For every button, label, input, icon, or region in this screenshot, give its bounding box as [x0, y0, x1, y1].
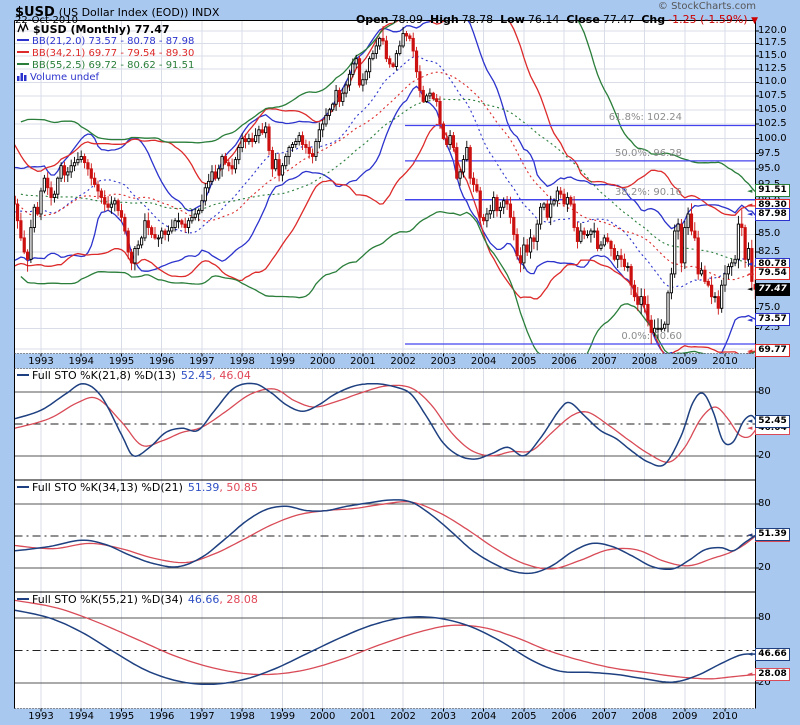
stoch3-legend: Full STO %K(55,21) %D(34)46.66, 28.08: [17, 594, 258, 606]
stoch3-d-value: 28.08: [226, 593, 258, 606]
stockcharts-page: $USD(US Dollar Index (EOD)) INDX 22-Oct-…: [0, 0, 800, 725]
bb34-label: BB(34,2.1) 69.77 - 79.54 - 89.30: [32, 48, 194, 59]
legend-bb21: BB(21,2.0) 73.57 - 80.78 - 87.98: [17, 36, 194, 48]
close-label: Close: [566, 13, 599, 26]
legend-title: $USD (Monthly) 77.47: [33, 23, 170, 36]
legend-bb34: BB(34,2.1) 69.77 - 79.54 - 89.30: [17, 48, 194, 60]
low-value: 76.14: [528, 13, 560, 26]
down-triangle-icon: ▼: [751, 16, 758, 26]
bb55-label: BB(55,2.5) 69.72 - 80.62 - 91.51: [32, 60, 194, 71]
annotation-icon: [17, 23, 30, 34]
line-swatch-icon: [17, 39, 29, 41]
stoch2-legend: Full STO %K(34,13) %D(21)51.39, 50.85: [17, 482, 258, 494]
stoch2-d-value: 50.85: [226, 481, 258, 494]
main-legend: $USD (Monthly) 77.47 BB(21,2.0) 73.57 - …: [17, 23, 194, 84]
stoch2-k-value: 51.39: [188, 481, 220, 494]
line-swatch-icon: [17, 486, 29, 488]
line-swatch-icon: [17, 63, 29, 65]
volume-label: Volume undef: [30, 72, 99, 83]
stoch1-k-value: 52.45: [181, 369, 213, 382]
legend-volume: Volume undef: [17, 72, 194, 84]
chg-label: Chg: [641, 13, 665, 26]
open-value: 78.09: [391, 13, 423, 26]
line-swatch-icon: [17, 51, 29, 53]
open-label: Open: [356, 13, 389, 26]
stockcharts-credit: © StockCharts.com: [658, 1, 756, 12]
high-value: 78.78: [462, 13, 494, 26]
low-label: Low: [500, 13, 525, 26]
chart-canvas: [0, 0, 800, 725]
symbol-description: (US Dollar Index (EOD)) INDX: [59, 6, 220, 19]
close-value: 77.47: [603, 13, 635, 26]
line-swatch-icon: [17, 598, 29, 600]
stoch1-d-value: 46.04: [219, 369, 251, 382]
stoch3-label: Full STO %K(55,21) %D(34): [32, 593, 183, 606]
legend-bb55: BB(55,2.5) 69.72 - 80.62 - 91.51: [17, 60, 194, 72]
stoch1-legend: Full STO %K(21,8) %D(13)52.45, 46.04: [17, 370, 251, 382]
volume-bars-icon: [17, 72, 27, 81]
bb21-label: BB(21,2.0) 73.57 - 80.78 - 87.98: [32, 36, 194, 47]
chg-value: -1.25 (-1.59%): [668, 13, 747, 26]
high-label: High: [430, 13, 459, 26]
line-swatch-icon: [17, 374, 29, 376]
stoch2-label: Full STO %K(34,13) %D(21): [32, 481, 183, 494]
quote-summary: Open78.09 High78.78 Low76.14 Close 77.47 Chg-…: [349, 13, 758, 26]
stoch3-k-value: 46.66: [188, 593, 220, 606]
legend-title-row: $USD (Monthly) 77.47: [17, 23, 194, 36]
stoch1-label: Full STO %K(21,8) %D(13): [32, 369, 176, 382]
